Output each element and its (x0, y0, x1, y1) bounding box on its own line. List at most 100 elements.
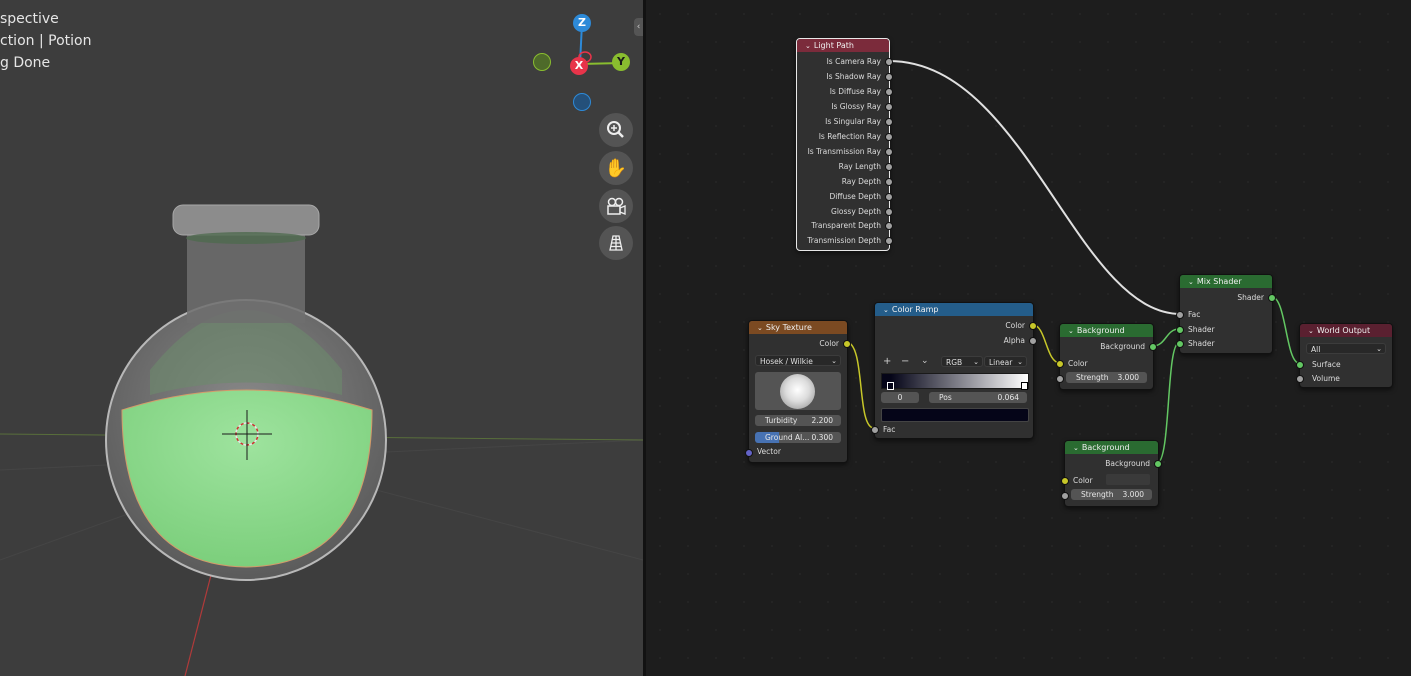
light-path-output-socket[interactable] (885, 87, 893, 96)
chevron-down-icon[interactable]: ⌄ (1188, 278, 1194, 286)
sky-texture-node[interactable]: ⌄ Sky Texture Color Hosek / Wilkie ⌄ Turbi… (745, 320, 851, 463)
chevron-down-icon: ⌄ (831, 357, 837, 365)
light-path-output-socket[interactable] (885, 132, 893, 141)
world-output-node[interactable]: ⌄ World Output All ⌄ Surface Volume (1296, 323, 1393, 388)
ramp-stop-black[interactable] (887, 382, 894, 390)
camera-view-icon (607, 197, 626, 215)
light-path-output-label: Is Shadow Ray (826, 71, 881, 81)
interpolation-dropdown[interactable]: Linear ⌄ (984, 356, 1027, 367)
light-path-header[interactable]: ⌄ Light Path (797, 39, 889, 52)
sidebar-toggle-button[interactable]: ‹ (634, 18, 643, 36)
color-ramp-header[interactable]: ⌄ Color Ramp (875, 303, 1033, 316)
chevron-down-icon[interactable]: ⌄ (883, 306, 889, 314)
chevron-down-icon[interactable]: ⌄ (1308, 327, 1314, 335)
output-color-socket[interactable] (843, 340, 851, 348)
chevron-down-icon[interactable]: ⌄ (805, 42, 811, 50)
ground-albedo-value: 0.300 (811, 433, 833, 442)
background-node-2[interactable]: ⌄ Background Background Color Strength 3.… (1061, 440, 1162, 507)
color-swatch[interactable] (1106, 474, 1150, 485)
gizmo-neg-z-axis[interactable] (573, 93, 591, 111)
chevron-down-icon[interactable]: ⌄ (1068, 327, 1074, 335)
chevron-down-icon[interactable]: ⌄ (757, 324, 763, 332)
chevron-down-icon: ⌄ (973, 358, 979, 366)
light-path-output-socket[interactable] (885, 192, 893, 201)
node-title: Background (1076, 326, 1125, 335)
node-title: Sky Texture (765, 323, 812, 332)
output-color-socket[interactable] (1029, 322, 1037, 330)
input-surface-socket[interactable] (1296, 361, 1304, 369)
camera-view-button[interactable] (599, 189, 633, 223)
ramp-menu-button[interactable]: ⌄ (921, 356, 929, 366)
strength-value: 3.000 (1122, 490, 1144, 499)
shader-node-editor[interactable]: ⌄ Light Path Is Camera Ray Is Shadow Ray Is… (646, 0, 1411, 676)
input-color-socket[interactable] (1061, 477, 1069, 485)
turbidity-value: 2.200 (811, 416, 833, 425)
output-shader-socket[interactable] (1268, 294, 1276, 302)
gizmo-z-axis[interactable]: Z (573, 14, 591, 32)
input-color-socket[interactable] (1056, 360, 1064, 368)
light-path-output-socket[interactable] (885, 207, 893, 216)
light-path-output-socket[interactable] (885, 72, 893, 81)
viewport-status-label: g Done (0, 55, 51, 71)
light-path-output-socket[interactable] (885, 102, 893, 111)
light-path-output-socket[interactable] (885, 58, 893, 66)
gizmo-y-axis[interactable]: Y (612, 53, 630, 71)
input-fac-socket[interactable] (1176, 311, 1184, 319)
background-node-1[interactable]: ⌄ Background Background Color Strength 3.… (1056, 323, 1157, 390)
background-header[interactable]: ⌄ Background (1065, 441, 1158, 454)
output-background-socket[interactable] (1149, 343, 1157, 351)
background-header[interactable]: ⌄ Background (1060, 324, 1153, 337)
sky-texture-header[interactable]: ⌄ Sky Texture (749, 321, 847, 334)
color-ramp-node[interactable]: ⌄ Color Ramp Color Alpha + − ⌄ RGB ⌄ Linea… (871, 302, 1037, 439)
strength-field[interactable]: Strength 3.000 (1071, 489, 1152, 500)
stop-position-field[interactable]: Pos 0.064 (929, 392, 1027, 403)
color-mode-dropdown[interactable]: RGB ⌄ (941, 356, 983, 367)
chevron-down-icon[interactable]: ⌄ (1073, 444, 1079, 452)
mix-shader-header[interactable]: ⌄ Mix Shader (1180, 275, 1272, 288)
gizmo-x-axis[interactable]: X (570, 57, 588, 75)
grid-ortho-icon (609, 235, 623, 251)
stop-index-field[interactable]: 0 (881, 392, 919, 403)
input-vector-socket[interactable] (745, 449, 753, 457)
world-output-header[interactable]: ⌄ World Output (1300, 324, 1392, 337)
zoom-button[interactable] (599, 113, 633, 147)
input-volume-socket[interactable] (1296, 375, 1304, 383)
sky-type-dropdown[interactable]: Hosek / Wilkie ⌄ (755, 355, 841, 366)
render-target-dropdown[interactable]: All ⌄ (1306, 343, 1386, 354)
output-background-socket[interactable] (1154, 460, 1162, 468)
light-path-output-socket[interactable] (885, 162, 893, 171)
zoom-icon (607, 121, 624, 138)
light-path-output-socket[interactable] (885, 177, 893, 186)
output-alpha-socket[interactable] (1029, 337, 1037, 345)
light-path-output-label: Ray Depth (841, 176, 881, 186)
ramp-stop-white[interactable] (1021, 382, 1028, 390)
input-shader-socket-1[interactable] (1176, 326, 1184, 334)
node-title: Color Ramp (891, 305, 939, 314)
color-ramp-gradient[interactable] (881, 373, 1029, 390)
input-strength-socket[interactable] (1056, 375, 1064, 383)
light-path-output-socket[interactable] (885, 117, 893, 126)
add-stop-button[interactable]: + (883, 356, 891, 367)
perspective-toggle-button[interactable] (599, 226, 633, 260)
gizmo-neg-y-axis[interactable] (533, 53, 551, 71)
strength-label: Strength (1076, 373, 1109, 382)
mix-shader-node[interactable]: ⌄ Mix Shader Shader Fac Shader Shader (1176, 274, 1276, 354)
strength-field[interactable]: Strength 3.000 (1066, 372, 1147, 383)
input-strength-socket[interactable] (1061, 492, 1069, 500)
3d-viewport[interactable]: spective ction | Potion g Done Z Y X ✋ ‹ (0, 0, 643, 676)
turbidity-field[interactable]: Turbidity 2.200 (755, 415, 841, 426)
stop-color-swatch[interactable] (881, 408, 1029, 422)
ground-albedo-field[interactable]: Ground Al... 0.300 (755, 432, 841, 443)
stop-position-label: Pos (939, 393, 952, 402)
light-path-node[interactable]: ⌄ Light Path Is Camera Ray Is Shadow Ray Is… (796, 38, 893, 251)
node-title: World Output (1316, 326, 1371, 335)
remove-stop-button[interactable]: − (901, 356, 909, 367)
light-path-output-label: Ray Length (838, 161, 881, 171)
input-shader-socket-2[interactable] (1176, 340, 1184, 348)
light-path-output-socket[interactable] (885, 147, 893, 156)
stop-position-value: 0.064 (997, 393, 1019, 402)
light-path-output-label: Diffuse Depth (829, 191, 881, 201)
pan-button[interactable]: ✋ (599, 151, 633, 185)
light-path-output-label: Transparent Depth (811, 221, 881, 231)
input-fac-socket[interactable] (871, 426, 879, 434)
